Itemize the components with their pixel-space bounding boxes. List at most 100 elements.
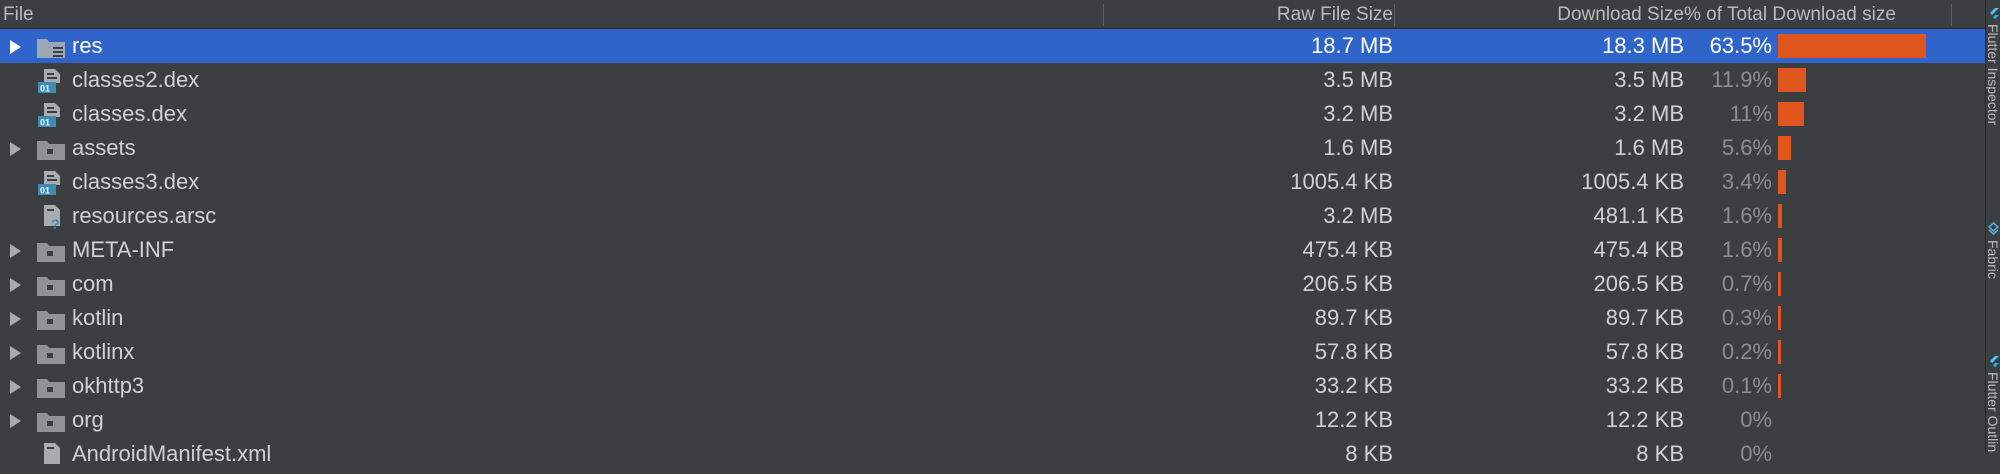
table-row[interactable]: META-INF 475.4 KB 475.4 KB 1.6% <box>0 233 1985 267</box>
table-row[interactable]: kotlin 89.7 KB 89.7 KB 0.3% <box>0 301 1985 335</box>
file-name: classes.dex <box>72 101 187 126</box>
folder-icon <box>36 136 66 162</box>
folder-icon <box>36 306 66 332</box>
expand-arrow-icon[interactable] <box>10 312 21 326</box>
file-name: kotlin <box>72 305 124 330</box>
expand-arrow-icon[interactable] <box>10 244 21 258</box>
size-bar-track <box>1778 170 1978 194</box>
file-name: com <box>72 271 114 296</box>
size-bar-track <box>1778 374 1978 398</box>
column-header-raw-file-size[interactable]: Raw File Size <box>1277 0 1393 28</box>
column-header-file[interactable]: File <box>3 0 34 28</box>
raw-file-size: 18.7 MB <box>1311 33 1393 58</box>
file-name: res <box>72 33 103 58</box>
file-name: org <box>72 407 104 432</box>
tool-tab-flutter-outline[interactable]: Flutter Outline <box>1986 372 2000 453</box>
flutter-icon <box>1990 8 1999 19</box>
raw-file-size: 3.5 MB <box>1323 67 1393 92</box>
column-divider[interactable] <box>1394 4 1395 26</box>
raw-file-size: 3.2 MB <box>1323 101 1393 126</box>
percent-of-total: 0.3% <box>1721 305 1772 330</box>
folder-icon <box>36 272 66 298</box>
svg-text:01: 01 <box>40 118 50 128</box>
apk-analyzer-panel: File Raw File Size Download Size % of To… <box>0 0 1985 466</box>
file-name: AndroidManifest.xml <box>72 441 272 466</box>
dex-file-icon: 01 <box>36 170 66 196</box>
resource-folder-icon <box>36 34 66 60</box>
size-bar-track <box>1778 442 1978 466</box>
folder-icon <box>36 238 66 264</box>
size-bar <box>1778 340 1781 364</box>
raw-file-size: 1.6 MB <box>1323 135 1393 160</box>
table-row[interactable]: ? resources.arsc 3.2 MB 481.1 KB 1.6% <box>0 199 1985 233</box>
percent-of-total: 0.1% <box>1721 373 1772 398</box>
fabric-icon <box>1988 222 1999 236</box>
expand-arrow-icon[interactable] <box>10 278 21 292</box>
svg-text:01: 01 <box>40 84 50 94</box>
file-name: kotlinx <box>72 339 135 364</box>
size-bar <box>1778 136 1792 160</box>
file-name: classes3.dex <box>72 169 200 194</box>
column-header-percent-of-total[interactable]: % of Total Download size <box>1684 0 1896 28</box>
size-bar-track <box>1778 306 1978 330</box>
table-row[interactable]: 01 classes3.dex 1005.4 KB 1005.4 KB 3.4% <box>0 165 1985 199</box>
download-size: 206.5 KB <box>1593 271 1684 296</box>
expand-arrow-icon[interactable] <box>10 380 21 394</box>
download-size: 3.5 MB <box>1614 67 1684 92</box>
table-row[interactable]: okhttp3 33.2 KB 33.2 KB 0.1% <box>0 369 1985 403</box>
raw-file-size: 8 KB <box>1345 441 1393 466</box>
size-bar <box>1778 374 1781 398</box>
percent-of-total: 5.6% <box>1721 135 1772 160</box>
table-row[interactable]: org 12.2 KB 12.2 KB 0% <box>0 403 1985 437</box>
size-bar-track <box>1778 68 1978 92</box>
size-bar-track <box>1778 272 1978 296</box>
percent-of-total: 0% <box>1740 407 1772 432</box>
download-size: 1.6 MB <box>1614 135 1684 160</box>
download-size: 8 KB <box>1636 441 1684 466</box>
size-bar-track <box>1778 136 1978 160</box>
table-row[interactable]: 01 classes.dex 3.2 MB 3.2 MB 11% <box>0 97 1985 131</box>
download-size: 475.4 KB <box>1593 237 1684 262</box>
table-row[interactable]: kotlinx 57.8 KB 57.8 KB 0.2% <box>0 335 1985 369</box>
raw-file-size: 89.7 KB <box>1314 305 1393 330</box>
size-bar <box>1778 102 1804 126</box>
file-name: okhttp3 <box>72 373 145 398</box>
size-bar <box>1778 68 1806 92</box>
folder-icon <box>36 408 66 434</box>
expand-arrow-icon[interactable] <box>10 346 21 360</box>
raw-file-size: 1005.4 KB <box>1290 169 1393 194</box>
column-header-download-size[interactable]: Download Size <box>1557 0 1684 28</box>
size-bar <box>1778 204 1782 228</box>
raw-file-size: 3.2 MB <box>1323 203 1393 228</box>
svg-text:01: 01 <box>40 186 50 196</box>
download-size: 12.2 KB <box>1605 407 1684 432</box>
percent-of-total: 3.4% <box>1721 169 1772 194</box>
table-row[interactable]: AndroidManifest.xml 8 KB 8 KB 0% <box>0 437 1985 471</box>
download-size: 57.8 KB <box>1605 339 1684 364</box>
size-bar <box>1778 306 1781 330</box>
column-divider[interactable] <box>1103 4 1104 26</box>
raw-file-size: 57.8 KB <box>1314 339 1393 364</box>
table-row[interactable]: res 18.7 MB 18.3 MB 63.5% <box>0 29 1985 63</box>
percent-of-total: 0.7% <box>1721 271 1772 296</box>
download-size: 33.2 KB <box>1605 373 1684 398</box>
size-bar <box>1778 170 1786 194</box>
tool-tab-flutter-inspector[interactable]: Flutter Inspector <box>1986 24 2000 160</box>
tool-tab-fabric[interactable]: Fabric <box>1986 240 2000 312</box>
expand-arrow-icon[interactable] <box>10 40 21 54</box>
column-divider[interactable] <box>1951 4 1952 26</box>
expand-arrow-icon[interactable] <box>10 142 21 156</box>
right-tool-window-bar: Flutter Inspector Fabric Flutter Outline <box>1985 0 2000 453</box>
table-row[interactable]: assets 1.6 MB 1.6 MB 5.6% <box>0 131 1985 165</box>
file-name: META-INF <box>72 237 175 262</box>
percent-of-total: 63.5% <box>1709 33 1772 58</box>
percent-of-total: 11.9% <box>1711 67 1772 92</box>
dex-file-icon: 01 <box>36 102 66 128</box>
table-row[interactable]: com 206.5 KB 206.5 KB 0.7% <box>0 267 1985 301</box>
raw-file-size: 475.4 KB <box>1302 237 1393 262</box>
table-row[interactable]: 01 classes2.dex 3.5 MB 3.5 MB 11.9% <box>0 63 1985 97</box>
raw-file-size: 12.2 KB <box>1314 407 1393 432</box>
size-bar-track <box>1778 238 1978 262</box>
flutter-icon <box>1990 356 1999 367</box>
expand-arrow-icon[interactable] <box>10 414 21 428</box>
